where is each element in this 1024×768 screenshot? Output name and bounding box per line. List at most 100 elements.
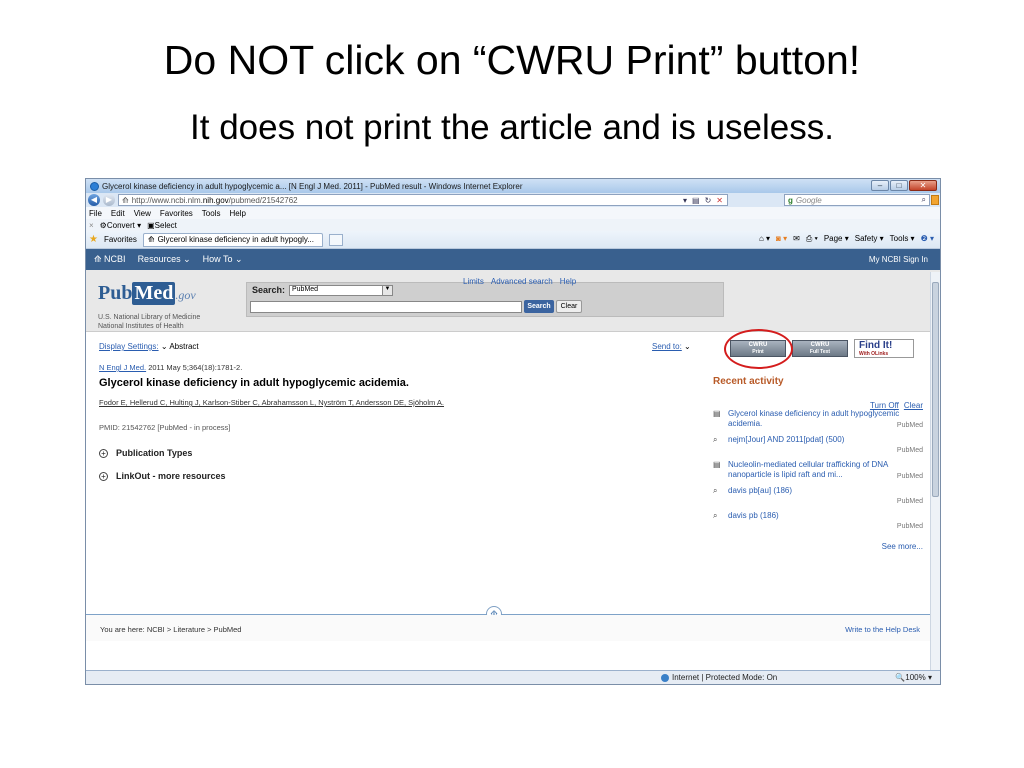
pmid: PMID: 21542762 [PubMed - in process] (99, 423, 231, 432)
google-icon: g (788, 195, 793, 205)
search-options-button[interactable] (931, 195, 939, 205)
journal-link[interactable]: N Engl J Med. (99, 363, 146, 372)
publication-types-toggle[interactable]: + Publication Types (99, 448, 192, 458)
scrollbar-thumb[interactable] (932, 282, 939, 497)
page-menu[interactable]: Page ▾ (824, 234, 849, 244)
menu-edit[interactable]: Edit (111, 209, 125, 218)
citation: N Engl J Med. 2011 May 5;364(18):1781-2. (99, 363, 243, 372)
slide-title: Do NOT click on “CWRU Print” button! (163, 37, 861, 83)
convert-toolbar: × ⚙Convert ▾ ▣Select (86, 219, 940, 231)
search-icon: ⌕ (713, 511, 718, 520)
vertical-scrollbar[interactable] (930, 272, 940, 671)
limits-link[interactable]: Limits (463, 277, 484, 286)
cwru-fulltext-button[interactable]: CWRU Full Text (792, 340, 848, 357)
recent-activity-heading: Recent activity (713, 376, 784, 387)
stop-icon[interactable]: ✕ (716, 196, 723, 205)
ncbi-logo[interactable]: ⟰ NCBI (94, 254, 126, 265)
send-to-menu[interactable]: Send to: ⌄ (652, 342, 691, 351)
minimize-button[interactable]: – (871, 180, 889, 191)
address-row: ◀ ▶ ⟰ http://www.ncbi.nlm.nih.gov/pubmed… (86, 193, 940, 207)
advanced-search-link[interactable]: Advanced search (491, 277, 553, 286)
recent-item[interactable]: ⌕ davis pb (186) PubMed (713, 511, 923, 530)
dropdown-icon[interactable]: ▾ (683, 196, 687, 205)
recent-activity-panel: Recent activity Turn Off Clear ▤ Glycero… (713, 376, 923, 551)
expand-icon: + (99, 471, 108, 481)
resources-menu[interactable]: Resources ⌄ (138, 254, 191, 265)
search-icon: ⌕ (713, 435, 718, 444)
article-title: Glycerol kinase deficiency in adult hypo… (99, 377, 409, 389)
recent-item[interactable]: ▤ Nucleolin-mediated cellular traffickin… (713, 460, 923, 480)
forward-button[interactable]: ▶ (103, 194, 115, 206)
recent-item[interactable]: ⌕ nejm[Jour] AND 2011[pdat] (500) PubMed (713, 435, 923, 454)
google-search-input[interactable]: g Google ⌕ (784, 194, 930, 206)
chevron-down-icon: ⌄ (160, 342, 168, 351)
address-bar[interactable]: ⟰ http://www.ncbi.nlm.nih.gov/pubmed/215… (118, 194, 728, 206)
search-button[interactable]: Search (524, 300, 554, 313)
document-icon: ▤ (713, 409, 721, 418)
menu-view[interactable]: View (134, 209, 151, 218)
clear-button[interactable]: Clear (556, 300, 582, 313)
menu-favorites[interactable]: Favorites (160, 209, 193, 218)
recent-item[interactable]: ⌕ davis pb[au] (186) PubMed (713, 486, 923, 505)
favorites-button[interactable]: Favorites (104, 235, 137, 244)
refresh-icon[interactable]: ↻ (705, 196, 712, 205)
convert-button[interactable]: ⚙Convert ▾ (100, 221, 141, 230)
back-button[interactable]: ◀ (88, 194, 100, 206)
howto-menu[interactable]: How To ⌄ (203, 254, 243, 265)
ncbi-bar: ⟰ NCBI Resources ⌄ How To ⌄ My NCBI Sign… (86, 249, 940, 270)
nlm-label: U.S. National Library of Medicine Nation… (98, 314, 201, 330)
browser-window: Glycerol kinase deficiency in adult hypo… (85, 178, 941, 685)
rss-icon[interactable]: ◙ ▾ (776, 234, 787, 244)
search-label: Search: (252, 285, 286, 295)
compat-view-icon[interactable]: ▤ (692, 196, 700, 205)
ie-logo-icon (90, 181, 99, 191)
menu-help[interactable]: Help (229, 209, 245, 218)
my-ncbi-sign-in[interactable]: My NCBI Sign In (869, 255, 928, 264)
search-icon[interactable]: ⌕ (922, 195, 926, 205)
favorites-bar: ★ Favorites ⟰ Glycerol kinase deficiency… (86, 231, 940, 249)
ncbi-favicon-icon: ⟰ (122, 195, 129, 205)
print-icon[interactable]: ⎙ ▾ (806, 234, 818, 244)
help-link[interactable]: Help (560, 277, 576, 286)
menu-file[interactable]: File (89, 209, 102, 218)
pubmed-header: Pub Med .gov U.S. National Library of Medi… (86, 270, 940, 332)
maximize-button[interactable]: □ (890, 180, 908, 191)
close-window-button[interactable]: ✕ (909, 180, 937, 191)
window-title: Glycerol kinase deficiency in adult hypo… (102, 181, 523, 191)
ncbi-favicon-icon: ⟰ (147, 235, 155, 244)
search-input[interactable] (250, 301, 522, 313)
mail-icon[interactable]: ✉ (793, 234, 800, 244)
pubmed-logo[interactable]: Pub Med .gov (98, 282, 196, 305)
document-icon: ▤ (713, 460, 721, 469)
window-titlebar: Glycerol kinase deficiency in adult hypo… (86, 179, 940, 193)
display-settings[interactable]: Display Settings: ⌄ Abstract (99, 342, 199, 351)
menu-tools[interactable]: Tools (202, 209, 221, 218)
help-icon[interactable]: ❷ ▾ (921, 234, 934, 244)
close-toolbar-icon[interactable]: × (89, 221, 94, 230)
new-tab-button[interactable] (328, 233, 343, 246)
zoom-level[interactable]: 🔍100% ▾ (895, 673, 932, 682)
see-more-link[interactable]: See more... (713, 542, 923, 551)
safety-menu[interactable]: Safety ▾ (855, 234, 884, 244)
find-it-button[interactable]: Find It! With OLinks (854, 339, 914, 358)
home-icon[interactable]: ⌂ ▾ (759, 234, 770, 244)
chevron-down-icon: ▼ (382, 286, 392, 295)
browser-tab[interactable]: ⟰ Glycerol kinase deficiency in adult hy… (142, 232, 323, 247)
security-zone[interactable]: Internet | Protected Mode: On (661, 673, 777, 682)
globe-icon (661, 673, 669, 682)
slide-subtitle: It does not print the article and is use… (190, 108, 834, 147)
search-links: Limits Advanced search Help (463, 277, 576, 286)
window-controls: – □ ✕ (871, 180, 937, 191)
search-panel: Search: PubMed ▼ Limits Advanced search … (246, 277, 724, 317)
page-footer: You are here: NCBI > Literature > PubMed… (86, 615, 940, 641)
select-button[interactable]: ▣Select (147, 221, 177, 230)
menu-bar: File Edit View Favorites Tools Help (86, 207, 940, 219)
recent-item[interactable]: ▤ Glycerol kinase deficiency in adult hy… (713, 409, 923, 429)
linkout-toggle[interactable]: + LinkOut - more resources (99, 471, 226, 481)
command-bar: ⌂ ▾ ◙ ▾ ✉ ⎙ ▾ Page ▾ Safety ▾ Tools ▾ ❷ … (759, 234, 934, 244)
database-select[interactable]: PubMed ▼ (289, 285, 393, 296)
search-icon: ⌕ (713, 486, 718, 495)
help-desk-link[interactable]: Write to the Help Desk (845, 625, 920, 634)
tools-menu[interactable]: Tools ▾ (890, 234, 915, 244)
author-list[interactable]: Fodor E, Hellerud C, Hulting J, Karlson-… (99, 398, 444, 407)
